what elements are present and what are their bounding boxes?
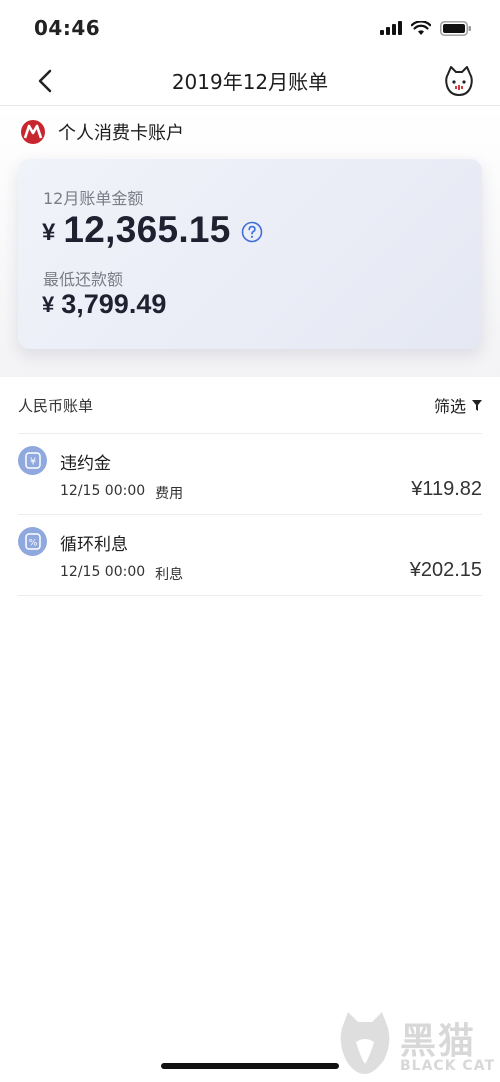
status-icons bbox=[380, 20, 472, 36]
list-header-title: 人民币账单 bbox=[18, 396, 94, 415]
percent-icon: % bbox=[18, 527, 47, 556]
yen-icon: ¥ bbox=[24, 452, 41, 469]
page-title: 2019年12月账单 bbox=[171, 70, 329, 94]
min-payment: ¥ 3,799.49 bbox=[42, 289, 166, 320]
back-button[interactable] bbox=[30, 66, 60, 96]
home-indicator[interactable] bbox=[161, 1063, 339, 1069]
assistant-button[interactable] bbox=[442, 64, 476, 98]
watermark: 黑猫 BLACK CAT bbox=[336, 1008, 496, 1078]
bill-card: 12月账单金额 ¥ 12,365.15 最低还款额 ¥ 3,799.49 bbox=[18, 159, 482, 349]
item-title: 违约金 bbox=[60, 454, 111, 474]
item-meta: 12/15 00:00 费用 bbox=[60, 483, 183, 503]
filter-button[interactable]: 筛选 bbox=[434, 393, 482, 417]
bill-amount-label: 12月账单金额 bbox=[43, 189, 144, 208]
list-item[interactable]: ¥ 违约金 12/15 00:00 费用 ¥119.82 bbox=[18, 434, 482, 515]
bill-amount-value: 12,365.15 bbox=[63, 209, 231, 250]
filter-label: 筛选 bbox=[433, 397, 466, 416]
min-payment-value: 3,799.49 bbox=[61, 289, 167, 319]
list-item[interactable]: % 循环利息 12/15 00:00 利息 ¥202.15 bbox=[18, 515, 482, 596]
bill-summary-area: 个人消费卡账户 12月账单金额 ¥ 12,365.15 最低还款额 ¥ 3,79… bbox=[0, 107, 500, 377]
nav-bar: 2019年12月账单 bbox=[0, 56, 500, 106]
help-icon[interactable] bbox=[241, 221, 263, 243]
bill-amount: ¥ 12,365.15 bbox=[42, 209, 263, 251]
list-header: 人民币账单 筛选 bbox=[18, 377, 482, 434]
filter-icon bbox=[472, 399, 482, 411]
watermark-en: BLACK CAT bbox=[400, 1058, 495, 1074]
item-category: 利息 bbox=[155, 567, 184, 583]
watermark-cn: 黑猫 bbox=[400, 1021, 477, 1062]
item-meta: 12/15 00:00 利息 bbox=[60, 564, 183, 584]
status-time: 04:46 bbox=[34, 16, 101, 40]
min-payment-label: 最低还款额 bbox=[43, 270, 124, 289]
currency-symbol: ¥ bbox=[42, 219, 56, 246]
currency-symbol: ¥ bbox=[42, 291, 55, 317]
wifi-icon bbox=[411, 20, 431, 35]
status-bar: 04:46 bbox=[0, 0, 500, 56]
item-category: 费用 bbox=[155, 486, 184, 502]
item-amount: ¥119.82 bbox=[411, 478, 482, 500]
transaction-list: 人民币账单 筛选 ¥ 违约金 12/15 00:00 费用 ¥119.82 % bbox=[0, 377, 500, 1082]
cat-logo-icon bbox=[340, 1012, 390, 1074]
signal-icon bbox=[380, 21, 402, 35]
svg-text:%: % bbox=[28, 539, 37, 549]
chevron-left-icon bbox=[38, 69, 52, 93]
cat-assistant-icon bbox=[445, 66, 473, 96]
percent-icon: % bbox=[24, 533, 41, 550]
item-amount: ¥202.15 bbox=[409, 559, 482, 581]
item-date: 12/15 00:00 bbox=[60, 564, 146, 580]
item-date: 12/15 00:00 bbox=[60, 483, 146, 499]
account-name: 个人消费卡账户 bbox=[58, 123, 184, 144]
account-row: 个人消费卡账户 bbox=[20, 117, 184, 147]
item-title: 循环利息 bbox=[60, 535, 128, 555]
yen-icon: ¥ bbox=[18, 446, 47, 475]
svg-text:¥: ¥ bbox=[29, 457, 35, 468]
battery-icon bbox=[440, 20, 471, 36]
bank-logo-icon bbox=[21, 120, 45, 144]
